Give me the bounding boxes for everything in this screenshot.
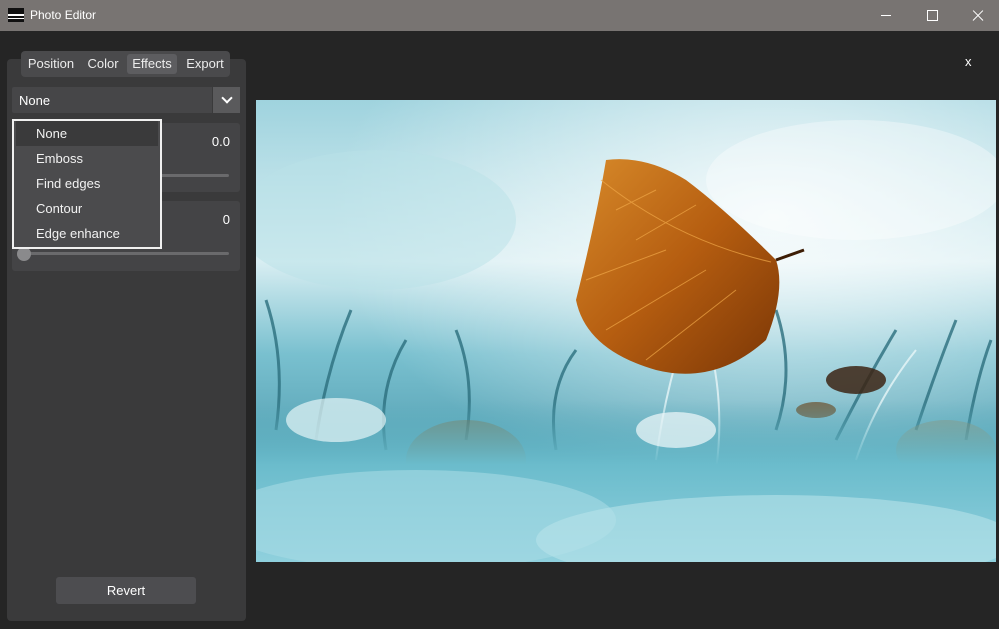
dropdown-option-none[interactable]: None bbox=[16, 121, 158, 146]
close-preview-button[interactable]: x bbox=[965, 54, 972, 69]
tab-effects[interactable]: Effects bbox=[127, 54, 177, 74]
effect-select-value: None bbox=[19, 93, 51, 108]
chevron-down-icon bbox=[220, 92, 233, 104]
minimize-button[interactable] bbox=[863, 0, 909, 31]
setting-1-value: 0.0 bbox=[211, 134, 230, 149]
effect-select-button[interactable] bbox=[212, 87, 240, 113]
setting-2-slider-thumb[interactable] bbox=[17, 247, 31, 261]
effect-dropdown-list: None Emboss Find edges Contour Edge enha… bbox=[12, 119, 162, 249]
close-window-button[interactable] bbox=[955, 0, 999, 31]
dropdown-option-contour[interactable]: Contour bbox=[16, 196, 158, 221]
effect-select[interactable]: None bbox=[12, 87, 240, 113]
app-icon bbox=[8, 8, 24, 22]
title-bar: Photo Editor bbox=[0, 0, 999, 31]
dropdown-option-edge-enhance[interactable]: Edge enhance bbox=[16, 221, 158, 246]
dropdown-option-emboss[interactable]: Emboss bbox=[16, 146, 158, 171]
photo-preview bbox=[256, 100, 996, 562]
setting-2-value: 0 bbox=[222, 212, 230, 227]
tab-color[interactable]: Color bbox=[84, 54, 122, 74]
setting-2-slider[interactable] bbox=[22, 252, 229, 255]
revert-button[interactable]: Revert bbox=[56, 577, 196, 604]
maximize-button[interactable] bbox=[909, 0, 955, 31]
tab-position[interactable]: Position bbox=[24, 54, 78, 74]
close-icon bbox=[972, 10, 984, 22]
minimize-icon bbox=[881, 15, 891, 16]
window-title: Photo Editor bbox=[30, 8, 97, 22]
maximize-icon bbox=[926, 10, 938, 21]
tab-export[interactable]: Export bbox=[183, 54, 227, 74]
tab-bar: Position Color Effects Export bbox=[21, 51, 230, 77]
dropdown-option-find-edges[interactable]: Find edges bbox=[16, 171, 158, 196]
